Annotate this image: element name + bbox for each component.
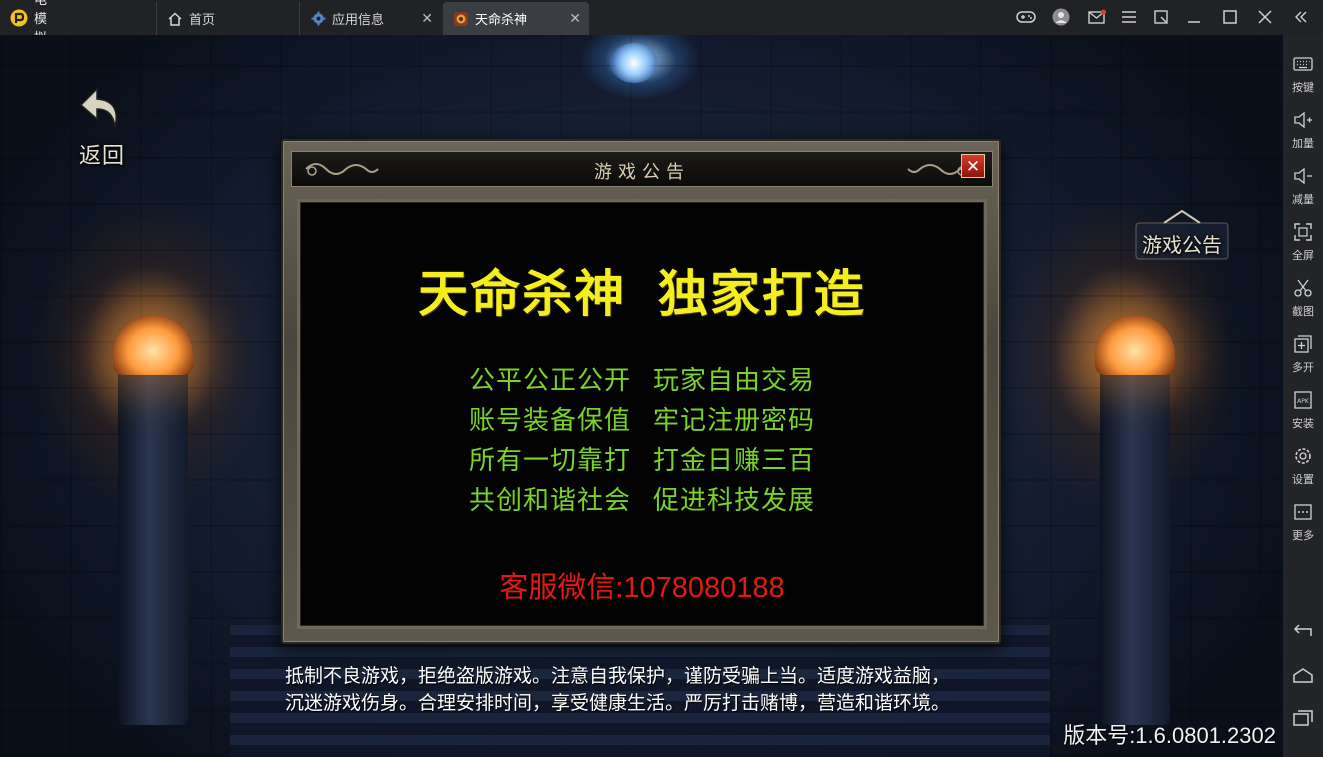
notice-line: 抵制不良游戏，拒绝盗版游戏。注意自我保护，谨防受骗上当。适度游戏益脑， — [285, 666, 951, 687]
back-arrow-icon — [77, 83, 127, 136]
dialog-title: 游戏公告 — [594, 162, 690, 183]
right-toolbar: 按键 加量 减量 全屏 截图 多开 APK 安装 设置 更多 — [1283, 35, 1323, 757]
sidebar-item-label: 设置 — [1292, 474, 1314, 486]
slogan-row: 共创和谐社会 促进科技发展 — [300, 480, 984, 520]
android-recent-apps-button[interactable] — [1283, 705, 1323, 735]
tab-game[interactable]: 天命杀神 ✕ — [443, 2, 589, 35]
close-icon: ✕ — [965, 156, 981, 176]
close-tab-icon[interactable]: ✕ — [421, 11, 433, 25]
dialog-close-button[interactable]: ✕ — [961, 154, 985, 178]
sidebar-item-label: 多开 — [1292, 362, 1314, 374]
emulator-window: 雷电模拟器 首页 应用信息 ✕ 天命杀神 ✕ — [0, 0, 1323, 757]
slogan-list: 公平公正公开 玩家自由交易 账号装备保值 牢记注册密码 所有一切靠打 打金日赚三… — [300, 360, 984, 520]
recent-apps-icon — [1293, 709, 1313, 731]
back-icon — [1293, 623, 1313, 642]
volume-down-icon — [1292, 165, 1314, 187]
minimize-icon[interactable] — [1183, 6, 1205, 28]
close-window-icon[interactable] — [1254, 6, 1276, 28]
slogan-text: 账号装备保值 — [468, 405, 631, 435]
slogan-text: 公平公正公开 — [468, 365, 631, 395]
sidebar-item-volume-down[interactable]: 减量 — [1283, 161, 1323, 213]
game-viewport[interactable]: 返回 游戏公告 游戏公告 ✕ 天命杀神 独家打造 公平公正公开 玩家自由交易 账… — [0, 35, 1283, 757]
user-icon[interactable] — [1050, 6, 1072, 28]
dialog-body: 天命杀神 独家打造 公平公正公开 玩家自由交易 账号装备保值 牢记注册密码 所有… — [297, 199, 987, 629]
sidebar-item-label: 加量 — [1292, 138, 1314, 150]
glowing-orb — [610, 43, 658, 83]
sidebar-item-keys[interactable]: 按键 — [1283, 49, 1323, 101]
android-back-button[interactable] — [1283, 617, 1323, 647]
left-pillar — [118, 365, 188, 725]
slogan-row: 所有一切靠打 打金日赚三百 — [300, 440, 984, 480]
keyboard-icon — [1292, 53, 1314, 75]
home-icon — [167, 11, 183, 27]
tab-app-info[interactable]: 应用信息 ✕ — [299, 2, 441, 35]
tab-label: 天命杀神 — [475, 12, 528, 27]
back-button[interactable]: 返回 — [70, 83, 134, 169]
android-home-button[interactable] — [1283, 662, 1323, 692]
slogan-text: 玩家自由交易 — [653, 365, 816, 395]
apk-icon: APK — [1292, 389, 1314, 411]
tab-label: 首页 — [189, 12, 216, 27]
close-tab-icon[interactable]: ✕ — [569, 11, 581, 25]
maximize-icon[interactable] — [1219, 6, 1241, 28]
svg-text:APK: APK — [1297, 398, 1310, 405]
sidebar-item-screenshot[interactable]: 截图 — [1283, 273, 1323, 325]
game-notice-button[interactable]: 游戏公告 — [1128, 207, 1236, 267]
sidebar-item-label: 减量 — [1292, 194, 1314, 206]
sidebar-item-more[interactable]: 更多 — [1283, 497, 1323, 549]
back-label: 返回 — [78, 144, 125, 169]
customer-service-contact: 客服微信:1078080188 — [499, 572, 785, 604]
dialog-headline: 天命杀神 独家打造 — [418, 266, 866, 322]
gamepad-icon[interactable] — [1015, 6, 1037, 28]
sidebar-item-volume-up[interactable]: 加量 — [1283, 105, 1323, 157]
restore-icon[interactable] — [1150, 6, 1172, 28]
notice-label: 游戏公告 — [1142, 235, 1222, 257]
home-icon — [1293, 667, 1313, 688]
right-pillar — [1100, 365, 1170, 725]
scissors-icon — [1292, 277, 1314, 299]
version-label: 版本号:1.6.0801.2302 — [1063, 723, 1276, 748]
tab-home[interactable]: 首页 — [156, 2, 298, 35]
sidebar-item-label: 截图 — [1292, 306, 1314, 318]
sidebar-item-install[interactable]: APK 安装 — [1283, 385, 1323, 437]
sidebar-item-settings[interactable]: 设置 — [1283, 441, 1323, 493]
sidebar-item-fullscreen[interactable]: 全屏 — [1283, 217, 1323, 269]
collapse-sidebar-icon[interactable] — [1290, 6, 1312, 28]
notice-dialog: 游戏公告 ✕ 天命杀神 独家打造 公平公正公开 玩家自由交易 账号装备保值 牢记… — [281, 139, 1001, 644]
sidebar-item-label: 更多 — [1292, 530, 1314, 542]
sidebar-item-multi-instance[interactable]: 多开 — [1283, 329, 1323, 381]
slogan-text: 打金日赚三百 — [653, 445, 816, 475]
title-bar: 雷电模拟器 首页 应用信息 ✕ 天命杀神 ✕ — [0, 0, 1323, 64]
notice-line: 沉迷游戏伤身。合理安排时间，享受健康生活。严厉打击赌博，营造和谐环境。 — [285, 693, 951, 714]
more-icon — [1292, 501, 1314, 523]
sidebar-item-label: 全屏 — [1292, 250, 1314, 262]
multi-instance-icon — [1292, 333, 1314, 355]
sidebar-item-label: 安装 — [1292, 418, 1314, 430]
slogan-text: 牢记注册密码 — [653, 405, 816, 435]
slogan-text: 共创和谐社会 — [468, 485, 631, 515]
slogan-text: 所有一切靠打 — [468, 445, 631, 475]
ldplayer-logo-icon — [10, 9, 28, 27]
mail-icon[interactable] — [1086, 6, 1108, 28]
game-icon — [453, 11, 469, 27]
volume-up-icon — [1292, 109, 1314, 131]
health-gaming-notice: 抵制不良游戏，拒绝盗版游戏。注意自我保护，谨防受骗上当。适度游戏益脑， 沉迷游戏… — [285, 663, 1005, 717]
gear-icon — [310, 11, 326, 27]
sidebar-item-label: 按键 — [1292, 82, 1314, 94]
menu-icon[interactable] — [1118, 6, 1140, 28]
slogan-row: 账号装备保值 牢记注册密码 — [300, 400, 984, 440]
slogan-text: 促进科技发展 — [653, 485, 816, 515]
app-logo-tab[interactable]: 雷电模拟器 — [10, 0, 47, 64]
fullscreen-icon — [1292, 221, 1314, 243]
dialog-header: 游戏公告 — [291, 151, 993, 187]
tab-label: 应用信息 — [332, 12, 385, 27]
slogan-row: 公平公正公开 玩家自由交易 — [300, 360, 984, 400]
settings-icon — [1292, 445, 1314, 467]
